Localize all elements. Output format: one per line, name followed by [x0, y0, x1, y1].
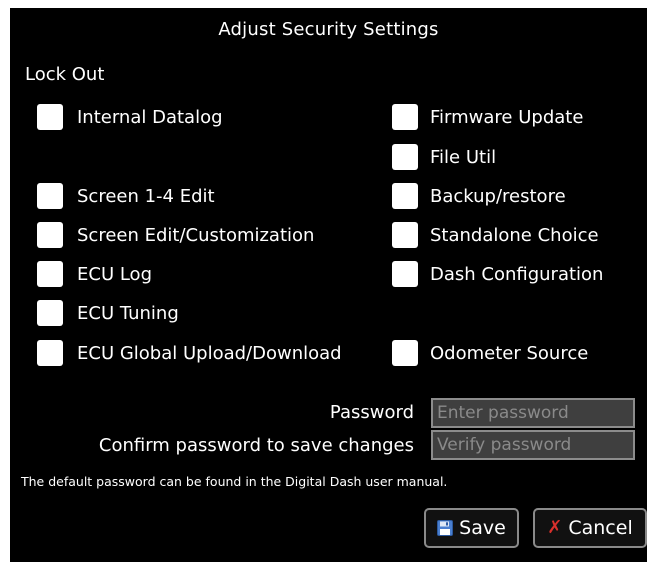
checkbox[interactable]	[37, 261, 63, 287]
option-label: Odometer Source	[430, 342, 589, 364]
option-label: ECU Global Upload/Download	[77, 342, 342, 364]
save-button[interactable]: Save	[424, 508, 519, 548]
option-ecu-global-upload-download[interactable]: ECU Global Upload/Download	[37, 340, 342, 366]
default-password-note: The default password can be found in the…	[21, 474, 448, 489]
option-odometer-source[interactable]: Odometer Source	[392, 340, 588, 366]
option-label: Standalone Choice	[430, 224, 599, 246]
option-label: Dash Configuration	[430, 263, 604, 285]
option-dash-configuration[interactable]: Dash Configuration	[392, 261, 603, 287]
checkbox[interactable]	[37, 183, 63, 209]
x-icon: ✗	[547, 517, 563, 538]
checkbox[interactable]	[392, 104, 418, 130]
option-ecu-tuning[interactable]: ECU Tuning	[37, 300, 179, 326]
checkbox[interactable]	[392, 340, 418, 366]
checkbox[interactable]	[392, 183, 418, 209]
checkbox[interactable]	[37, 104, 63, 130]
cancel-label: Cancel	[568, 517, 633, 539]
cancel-button[interactable]: ✗ Cancel	[533, 508, 647, 548]
checkbox[interactable]	[37, 300, 63, 326]
option-label: File Util	[430, 146, 497, 168]
dialog-title: Adjust Security Settings	[218, 19, 439, 40]
option-firmware-update[interactable]: Firmware Update	[392, 104, 583, 130]
option-label: ECU Log	[77, 263, 152, 285]
option-label: Firmware Update	[430, 106, 584, 128]
option-label: Screen Edit/Customization	[77, 224, 315, 246]
option-backup-restore[interactable]: Backup/restore	[392, 183, 566, 209]
checkbox[interactable]	[392, 144, 418, 170]
password-label: Password	[329, 402, 414, 423]
option-screen-edit-customization[interactable]: Screen Edit/Customization	[37, 222, 314, 248]
lock-out-label: Lock Out	[25, 64, 105, 85]
option-ecu-log[interactable]: ECU Log	[37, 261, 152, 287]
option-screen-1-4-edit[interactable]: Screen 1-4 Edit	[37, 183, 215, 209]
save-label: Save	[459, 517, 506, 539]
checkbox[interactable]	[392, 222, 418, 248]
security-settings-dialog: Adjust Security Settings Lock Out Intern…	[10, 8, 647, 562]
option-internal-datalog[interactable]: Internal Datalog	[37, 104, 223, 130]
option-label: Internal Datalog	[77, 106, 223, 128]
option-standalone-choice[interactable]: Standalone Choice	[392, 222, 599, 248]
checkbox[interactable]	[37, 340, 63, 366]
password-input[interactable]	[431, 398, 635, 428]
floppy-disk-icon	[437, 520, 454, 536]
option-file-util[interactable]: File Util	[392, 144, 496, 170]
option-label: Backup/restore	[430, 185, 566, 207]
checkbox[interactable]	[392, 261, 418, 287]
confirm-password-label: Confirm password to save changes	[98, 435, 414, 456]
checkbox[interactable]	[37, 222, 63, 248]
option-label: Screen 1-4 Edit	[77, 185, 215, 207]
confirm-password-input[interactable]	[431, 430, 635, 460]
option-label: ECU Tuning	[77, 302, 179, 324]
